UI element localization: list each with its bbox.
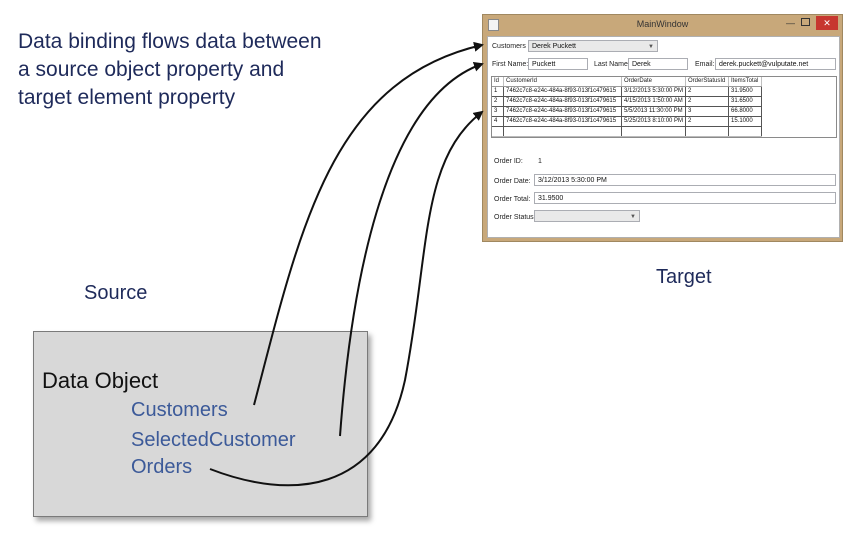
arrow-orders-to-grid bbox=[209, 110, 484, 487]
binding-arrows bbox=[209, 41, 484, 487]
arrow-customers-to-combobox bbox=[253, 41, 484, 406]
